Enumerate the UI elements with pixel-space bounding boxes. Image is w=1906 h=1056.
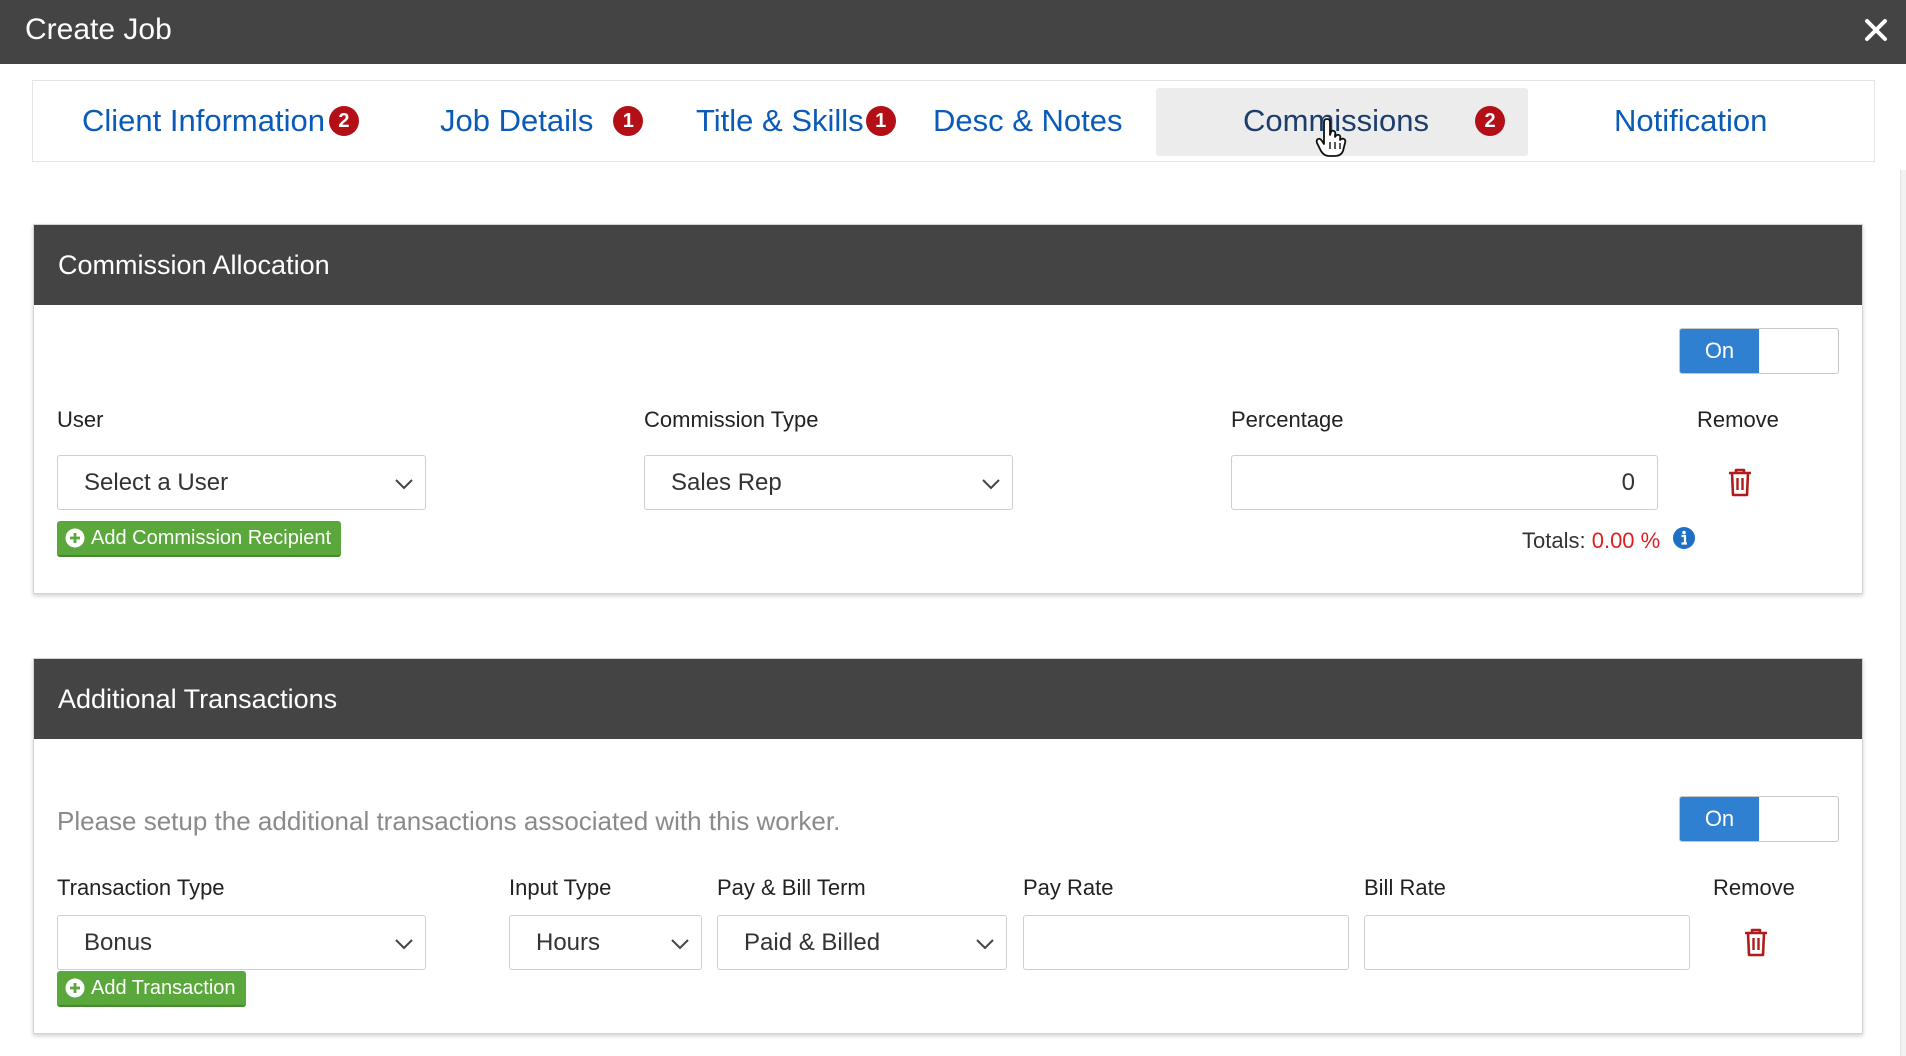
tab-desc-notes[interactable]: Desc & Notes: [933, 81, 1123, 161]
chevron-down-icon: [982, 479, 1000, 490]
tab-strip: Client Information 2 Job Details 1 Title…: [32, 80, 1875, 162]
totals-readout: Totals: 0.00 %: [1522, 528, 1660, 554]
panel-title: Additional Transactions: [58, 683, 338, 714]
user-select-value: Select a User: [84, 469, 229, 496]
dialog-title-bar: Create Job: [0, 0, 1906, 64]
transaction-type-value: Bonus: [84, 929, 153, 956]
bill-rate-label: Bill Rate: [1364, 875, 1446, 900]
toggle-on-label: On: [1680, 329, 1759, 373]
remove-label: Remove: [1697, 407, 1779, 432]
chevron-down-icon: [976, 939, 994, 950]
error-count-badge: 1: [865, 106, 896, 136]
transaction-type-select[interactable]: Bonus: [57, 915, 426, 970]
chevron-down-icon: [671, 939, 689, 950]
additional-transactions-panel: Additional Transactions: [33, 658, 1863, 1034]
plus-circle-icon: [65, 528, 85, 548]
add-commission-recipient-button[interactable]: Add Commission Recipient: [57, 521, 342, 557]
bill-rate-input[interactable]: [1364, 915, 1690, 970]
input-type-value: Hours: [536, 929, 601, 956]
chevron-down-icon: [395, 939, 413, 950]
panel-header: Additional Transactions: [34, 659, 1862, 739]
trash-icon[interactable]: [1727, 467, 1753, 497]
tab-notification[interactable]: Notification: [1614, 81, 1767, 161]
tab-job-details[interactable]: Job Details 1: [440, 81, 644, 161]
user-select[interactable]: Select a User: [57, 455, 426, 510]
toggle-on-label: On: [1680, 797, 1759, 841]
totals-label: Totals:: [1522, 528, 1586, 553]
remove-label: Remove: [1713, 875, 1795, 900]
percentage-label: Percentage: [1231, 407, 1344, 432]
percentage-input[interactable]: 0: [1231, 455, 1658, 510]
trash-icon[interactable]: [1743, 927, 1769, 957]
info-icon[interactable]: [1672, 526, 1696, 550]
error-count-badge: 2: [328, 106, 359, 136]
transactions-enabled-toggle[interactable]: On: [1679, 796, 1839, 842]
panel-title: Commission Allocation: [58, 249, 330, 280]
button-label: Add Transaction: [91, 976, 236, 999]
tab-label: Title & Skills: [696, 103, 864, 138]
totals-value: 0.00 %: [1591, 528, 1661, 553]
tab-label: Client Information: [82, 103, 325, 138]
commission-type-select[interactable]: Sales Rep: [644, 455, 1013, 510]
tab-title-skills[interactable]: Title & Skills 1: [696, 81, 896, 161]
tab-label: Notification: [1614, 103, 1768, 138]
scrollbar[interactable]: [1900, 170, 1906, 1056]
commission-type-value: Sales Rep: [671, 469, 782, 496]
input-type-select[interactable]: Hours: [509, 915, 702, 970]
pay-rate-label: Pay Rate: [1023, 875, 1114, 900]
pay-bill-term-select[interactable]: Paid & Billed: [717, 915, 1007, 970]
tab-label: Desc & Notes: [933, 103, 1123, 138]
pay-bill-term-label: Pay & Bill Term: [717, 875, 866, 900]
commission-type-label: Commission Type: [644, 407, 819, 432]
panel-header: Commission Allocation: [34, 225, 1862, 305]
chevron-down-icon: [395, 479, 413, 490]
tab-commissions[interactable]: Commissions 2: [1243, 81, 1506, 161]
tab-client-information[interactable]: Client Information 2: [82, 81, 359, 161]
transactions-hint-text: Please setup the additional transactions…: [57, 806, 841, 836]
commission-enabled-toggle[interactable]: On: [1679, 328, 1839, 374]
input-type-label: Input Type: [509, 875, 612, 900]
error-count-badge: 2: [1475, 106, 1506, 136]
pay-bill-term-value: Paid & Billed: [744, 929, 881, 956]
error-count-badge: 1: [613, 106, 644, 136]
tab-label: Job Details: [440, 103, 594, 138]
hand-cursor-icon: [1315, 118, 1347, 157]
dialog-title: Create Job: [25, 13, 172, 46]
plus-circle-icon: [65, 978, 85, 998]
user-label: User: [57, 407, 104, 432]
add-transaction-button[interactable]: Add Transaction: [57, 971, 246, 1007]
button-label: Add Commission Recipient: [91, 526, 332, 549]
transaction-type-label: Transaction Type: [57, 875, 225, 900]
close-icon[interactable]: [1858, 12, 1894, 48]
percentage-value: 0: [1621, 469, 1635, 496]
pay-rate-input[interactable]: [1023, 915, 1349, 970]
